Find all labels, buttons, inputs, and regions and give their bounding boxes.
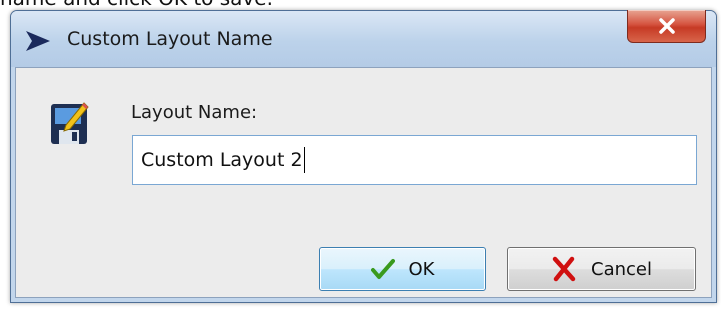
background-document-text: name and click OK to save. bbox=[0, 0, 273, 10]
close-button[interactable] bbox=[627, 10, 706, 43]
close-icon bbox=[658, 18, 675, 34]
title-bar[interactable]: Custom Layout Name bbox=[11, 10, 716, 67]
save-edit-icon bbox=[51, 102, 89, 144]
checkmark-icon bbox=[370, 259, 395, 279]
text-caret bbox=[303, 147, 305, 173]
ok-button[interactable]: OK bbox=[319, 247, 486, 291]
cancel-button[interactable]: Cancel bbox=[507, 247, 696, 291]
layout-name-value: Custom Layout 2 bbox=[141, 149, 303, 171]
layout-name-input[interactable]: Custom Layout 2 bbox=[132, 135, 697, 185]
cancel-button-label: Cancel bbox=[591, 258, 652, 280]
window-title: Custom Layout Name bbox=[67, 28, 273, 50]
red-x-icon bbox=[552, 256, 576, 282]
ok-button-label: OK bbox=[408, 258, 435, 280]
layout-name-label: Layout Name: bbox=[131, 102, 258, 123]
arrow-icon bbox=[26, 31, 50, 51]
dialog-window: Custom Layout Name Layout Name: Custom L… bbox=[10, 10, 717, 303]
dialog-client-area: Layout Name: Custom Layout 2 OK Cancel bbox=[15, 67, 712, 298]
